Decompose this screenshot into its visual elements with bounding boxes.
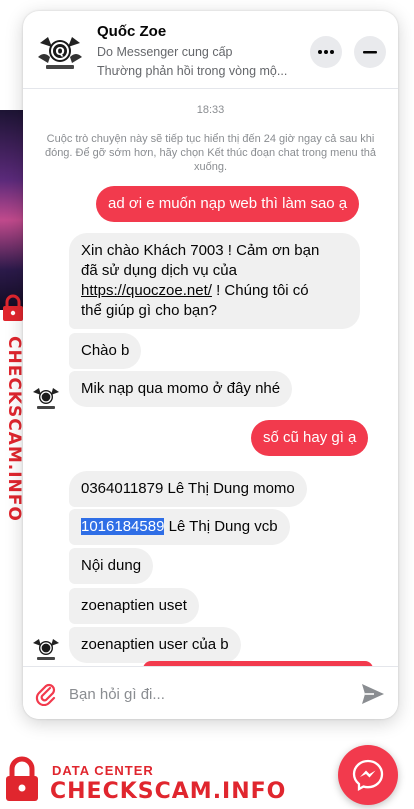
quoczoe-logo-icon: Q — [38, 37, 82, 69]
lock-icon — [6, 756, 38, 801]
send-icon[interactable] — [360, 682, 386, 706]
incoming-message: zoenaptien uset — [69, 588, 199, 624]
incoming-message: Xin chào Khách 7003 ! Cảm ơn bạn đã sử d… — [69, 233, 360, 329]
watermark-sub: DATA CENTER — [52, 763, 154, 778]
response-time-text: Thường phản hồi trong vòng mộ... — [97, 64, 288, 78]
incoming-message: Mik nạp qua momo ở đây nhé — [69, 371, 293, 407]
incoming-message: 0364011879 Lê Thị Dung momo — [69, 471, 307, 507]
lock-icon — [3, 294, 23, 321]
messenger-icon — [352, 759, 384, 791]
website-link[interactable]: https://quoczoe.net/ — [81, 282, 212, 299]
incoming-message: Chào b — [69, 333, 142, 369]
contact-avatar-icon — [33, 639, 59, 660]
message-line: thể giúp gì cho bạn? — [81, 302, 217, 319]
message-input[interactable] — [69, 679, 339, 709]
chat-widget: Q Quốc Zoe Do Messenger cung cấp Thường … — [23, 11, 398, 719]
contact-name: Quốc Zoe — [97, 23, 167, 40]
minimize-button[interactable] — [354, 36, 386, 68]
provider-text: Do Messenger cung cấp — [97, 45, 233, 59]
message-line: https://quoczoe.net/ ! Chúng tôi có — [81, 281, 348, 301]
incoming-message: Nội dung — [69, 548, 154, 584]
message-line: đã sử dụng dịch vụ của — [81, 262, 237, 279]
message-text: Lê Thị Dung vcb — [164, 518, 278, 535]
selected-text[interactable]: 1016184589 — [81, 518, 165, 535]
more-icon — [318, 50, 334, 54]
outgoing-message: ad ơi e muốn nạp web thì làm sao ạ — [96, 186, 360, 222]
composer — [23, 666, 398, 719]
timestamp: 18:33 — [196, 104, 225, 116]
bottom-watermark: DATA CENTER CHECKSCAM.INFO — [0, 751, 285, 809]
attachment-icon[interactable] — [35, 682, 57, 706]
chat-notice: Cuộc trò chuyện này sẽ tiếp tục hiển thị… — [44, 133, 377, 173]
svg-text:Q: Q — [55, 45, 64, 58]
outgoing-message: số cũ hay gì ạ — [251, 420, 369, 456]
contact-avatar-icon — [33, 388, 59, 409]
message-text: ! Chúng tôi có — [211, 282, 309, 299]
watermark-main: CHECKSCAM.INFO — [4, 336, 24, 522]
watermark-main: CHECKSCAM.INFO — [50, 779, 287, 804]
message-line: Xin chào Khách 7003 ! Cảm ơn bạn — [81, 242, 320, 259]
messenger-button[interactable] — [338, 745, 398, 805]
message-list[interactable]: 18:33 Cuộc trò chuyện này sẽ tiếp tục hi… — [23, 90, 398, 666]
chat-header: Q Quốc Zoe Do Messenger cung cấp Thường … — [23, 11, 398, 89]
more-options-button[interactable] — [310, 36, 342, 68]
incoming-message: 1016184589 Lê Thị Dung vcb — [69, 509, 290, 545]
incoming-message: zoenaptien user của b — [69, 627, 241, 663]
minimize-icon — [363, 50, 377, 53]
